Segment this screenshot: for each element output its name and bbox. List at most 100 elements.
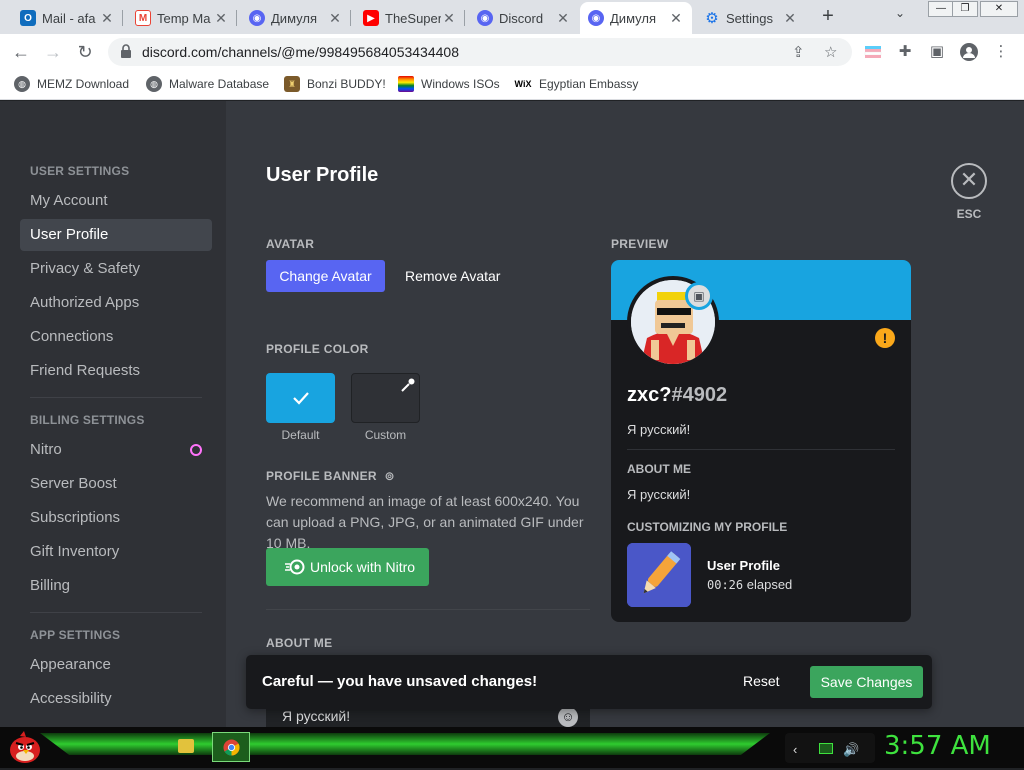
browser-tab[interactable]: ▶ TheSuper ✕: [355, 2, 465, 34]
change-avatar-button[interactable]: Change Avatar: [266, 260, 385, 292]
tab-close-icon[interactable]: ✕: [99, 10, 115, 27]
tab-search-chevron-icon[interactable]: ⌄: [895, 6, 905, 20]
network-icon[interactable]: [819, 743, 833, 754]
tab-close-icon[interactable]: ✕: [327, 10, 343, 27]
save-changes-button[interactable]: Save Changes: [810, 666, 923, 698]
address-bar[interactable]: discord.com/channels/@me/998495684053434…: [108, 38, 852, 66]
discord-icon: ◉: [249, 10, 265, 26]
bookmark-label: Bonzi BUDDY!: [307, 77, 386, 91]
unlock-nitro-label: Unlock with Nitro: [310, 559, 416, 575]
tab-title: Temp Ma: [157, 10, 211, 26]
activity-title: User Profile: [707, 558, 780, 573]
url-text[interactable]: discord.com/channels/@me/998495684053434…: [142, 44, 459, 60]
lock-icon[interactable]: [120, 44, 132, 58]
browser-tab-active[interactable]: ◉ Димуля ✕: [580, 2, 692, 34]
gmail-icon: M: [135, 10, 151, 26]
chrome-taskbar-button[interactable]: [212, 732, 250, 762]
sidebar-item-nitro[interactable]: Nitro: [20, 434, 212, 466]
sidebar-item-connections[interactable]: Connections: [20, 321, 212, 353]
sidebar-item-user-profile[interactable]: User Profile: [20, 219, 212, 251]
window-close-button[interactable]: ✕: [980, 1, 1018, 17]
custom-color-swatch[interactable]: [351, 373, 420, 423]
avatar-section-label: AVATAR: [266, 237, 315, 251]
profile-avatar-icon[interactable]: [960, 43, 978, 61]
sidebar-item-appearance[interactable]: Appearance: [20, 649, 212, 681]
elapsed-time: 00:26: [707, 578, 744, 592]
extensions-puzzle-icon[interactable]: ✚: [896, 43, 914, 61]
tab-title: Discord: [499, 10, 544, 26]
remove-avatar-button[interactable]: Remove Avatar: [395, 260, 510, 292]
tab-close-icon[interactable]: ✕: [782, 10, 798, 27]
tab-close-icon[interactable]: ✕: [213, 10, 229, 27]
bookmark-label: MEMZ Download: [37, 77, 130, 91]
tray-chevron-icon[interactable]: ‹: [793, 742, 797, 757]
reload-icon[interactable]: ↻: [74, 41, 96, 63]
sidebar-item-server-boost[interactable]: Server Boost: [20, 468, 212, 500]
banner-description: We recommend an image of at least 600x24…: [266, 493, 584, 551]
sidebar-item-gift-inventory[interactable]: Gift Inventory: [20, 536, 212, 568]
browser-tab[interactable]: ◉ Discord ✕: [469, 2, 579, 34]
volume-icon[interactable]: 🔊: [843, 742, 859, 758]
avatar-upload-icon[interactable]: ▣: [685, 282, 713, 310]
new-tab-button[interactable]: +: [816, 4, 840, 30]
taskbar-clock[interactable]: 3:57 AM: [884, 731, 991, 761]
warning-icon[interactable]: !: [875, 328, 895, 348]
tab-close-icon[interactable]: ✕: [668, 10, 684, 27]
extension-flag-icon[interactable]: [864, 43, 882, 61]
profile-banner-label-text: PROFILE BANNER: [266, 469, 377, 483]
globe-icon: ◍: [14, 76, 30, 92]
browser-tab[interactable]: ⚙ Settings ✕: [696, 2, 806, 34]
nitro-icon: ⊚: [384, 469, 395, 483]
bookmark-egyptian-embassy[interactable]: WiX Egyptian Embassy: [514, 76, 639, 92]
close-settings-button[interactable]: ✕: [951, 163, 987, 199]
sidebar-item-authorized-apps[interactable]: Authorized Apps: [20, 287, 212, 319]
sidebar-header-user-settings: USER SETTINGS: [30, 164, 130, 178]
share-icon[interactable]: ⇪: [792, 43, 805, 61]
tab-title: Димуля: [610, 10, 656, 26]
discord-settings: USER SETTINGS My Account User Profile Pr…: [0, 101, 1024, 727]
bookmark-memz[interactable]: ◍ MEMZ Download: [14, 76, 129, 92]
browser-tab[interactable]: O Mail - afa ✕: [12, 2, 123, 34]
page-title: User Profile: [266, 164, 379, 186]
preview-section-label: PREVIEW: [611, 237, 669, 251]
sidebar-item-my-account[interactable]: My Account: [20, 185, 212, 217]
back-icon[interactable]: ←: [10, 41, 32, 63]
profile-banner-section-label: PROFILE BANNER ⊚: [266, 469, 395, 483]
taskbar: ‹ 🔊 3:57 AM: [0, 727, 1024, 768]
sidebar-item-subscriptions[interactable]: Subscriptions: [20, 502, 212, 534]
bookmark-malware-database[interactable]: ◍ Malware Database: [146, 76, 269, 92]
tab-close-icon[interactable]: ✕: [555, 10, 571, 27]
sidebar-item-friend-requests[interactable]: Friend Requests: [20, 355, 212, 387]
tab-title: Mail - afa: [42, 10, 96, 26]
bookmark-windows-isos[interactable]: Windows ISOs: [398, 76, 500, 92]
emoji-picker-icon[interactable]: ☺: [558, 707, 578, 727]
forward-icon[interactable]: →: [42, 41, 64, 63]
side-panel-icon[interactable]: ▣: [928, 43, 946, 61]
tab-close-icon[interactable]: ✕: [441, 10, 457, 27]
start-button-angry-bird-icon[interactable]: [6, 729, 44, 765]
preview-divider: [627, 449, 895, 450]
maximize-button[interactable]: ❐: [952, 1, 978, 17]
activity-elapsed: 00:26 elapsed: [707, 577, 792, 592]
reset-button[interactable]: Reset: [743, 673, 780, 689]
bookmark-label: Egyptian Embassy: [539, 77, 639, 91]
browser-tab[interactable]: ◉ Димуля ✕: [241, 2, 351, 34]
wix-icon: WiX: [514, 79, 532, 89]
file-explorer-icon[interactable]: [178, 739, 194, 753]
preview-custom-status: Я русский!: [627, 422, 691, 437]
default-color-swatch[interactable]: [266, 373, 335, 423]
unsaved-message: Careful — you have unsaved changes!: [262, 673, 538, 690]
browser-tab[interactable]: M Temp Ma ✕: [127, 2, 237, 34]
tab-title: TheSuper: [385, 10, 441, 26]
youtube-icon: ▶: [363, 10, 379, 26]
browser-menu-icon[interactable]: ⋮: [992, 43, 1010, 61]
section-divider: [266, 609, 590, 610]
about-me-value: Я русский!: [282, 708, 351, 724]
sidebar-item-billing[interactable]: Billing: [20, 570, 212, 602]
sidebar-item-privacy-safety[interactable]: Privacy & Safety: [20, 253, 212, 285]
bookmark-bonzi-buddy[interactable]: ♜ Bonzi BUDDY!: [284, 76, 386, 92]
sidebar-item-accessibility[interactable]: Accessibility: [20, 683, 212, 715]
minimize-button[interactable]: —: [928, 1, 954, 17]
unlock-nitro-button[interactable]: Unlock with Nitro: [266, 548, 429, 586]
bookmark-star-icon[interactable]: ☆: [824, 43, 837, 61]
